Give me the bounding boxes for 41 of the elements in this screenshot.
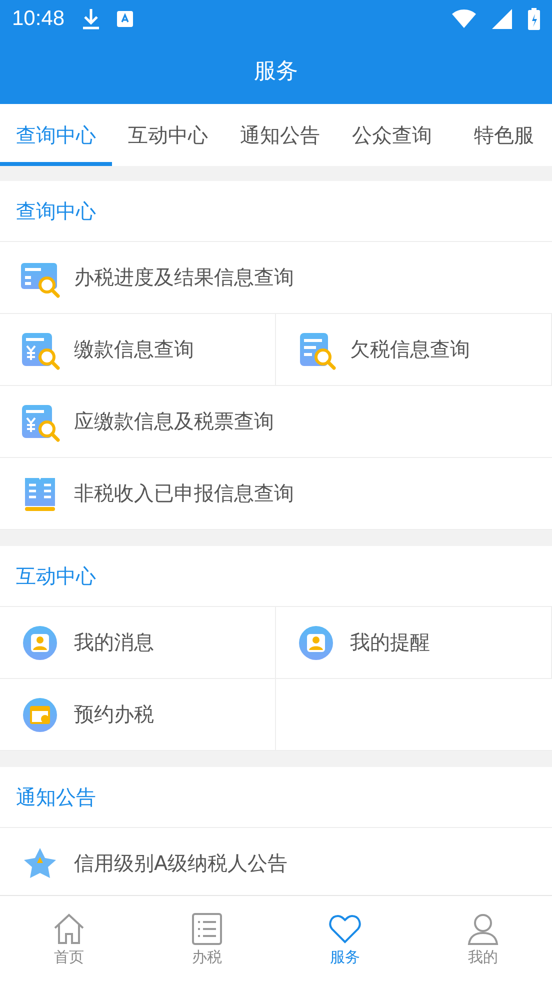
notification-icon (116, 11, 133, 27)
category-tab[interactable]: 查询中心 (0, 104, 112, 166)
service-item[interactable]: 缴款信息查询 (0, 314, 276, 385)
user-icon (466, 912, 500, 946)
status-time: 10:48 (12, 7, 65, 31)
service-label: 应缴款信息及税票查询 (74, 408, 274, 435)
service-item[interactable]: 欠税信息查询 (276, 314, 552, 385)
service-label: 办税进度及结果信息查询 (74, 264, 294, 291)
heart-icon (328, 912, 362, 946)
service-label: 缴款信息查询 (74, 336, 194, 363)
nav-tab[interactable]: 首页 (0, 896, 138, 983)
service-label: 我的消息 (74, 629, 154, 656)
service-item[interactable]: 应缴款信息及税票查询 (0, 386, 552, 457)
nav-tab[interactable]: 我的 (414, 896, 552, 983)
home-icon (52, 912, 86, 946)
page-title: 服务 (253, 58, 299, 86)
signal-icon (492, 9, 512, 29)
section-title: 通知公告 (0, 767, 552, 828)
nav-tab[interactable]: 办税 (138, 896, 276, 983)
section-title: 互动中心 (0, 546, 552, 607)
list-icon (190, 912, 224, 946)
section-title: 查询中心 (0, 181, 552, 242)
service-item[interactable]: 信用级别A级纳税人公告 (0, 828, 552, 895)
wifi-icon (452, 9, 476, 29)
service-item[interactable]: 非税收入已申报信息查询 (0, 458, 552, 529)
service-item[interactable]: 我的提醒 (276, 607, 552, 678)
service-label: 预约办税 (74, 701, 154, 728)
service-item[interactable]: 我的消息 (0, 607, 276, 678)
service-item[interactable]: 预约办税 (0, 679, 276, 750)
download-icon (80, 8, 101, 30)
category-tab[interactable]: 通知公告 (224, 104, 336, 166)
category-tab[interactable]: 特色服 (448, 104, 552, 166)
battery-icon (528, 8, 540, 30)
nav-tab[interactable]: 服务 (276, 896, 414, 983)
category-tab[interactable]: 互动中心 (112, 104, 224, 166)
service-label: 我的提醒 (350, 629, 430, 656)
service-label: 信用级别A级纳税人公告 (74, 850, 288, 877)
service-item[interactable]: 办税进度及结果信息查询 (0, 242, 552, 313)
category-tab[interactable]: 公众查询 (336, 104, 448, 166)
service-label: 欠税信息查询 (350, 336, 470, 363)
service-label: 非税收入已申报信息查询 (74, 480, 294, 507)
